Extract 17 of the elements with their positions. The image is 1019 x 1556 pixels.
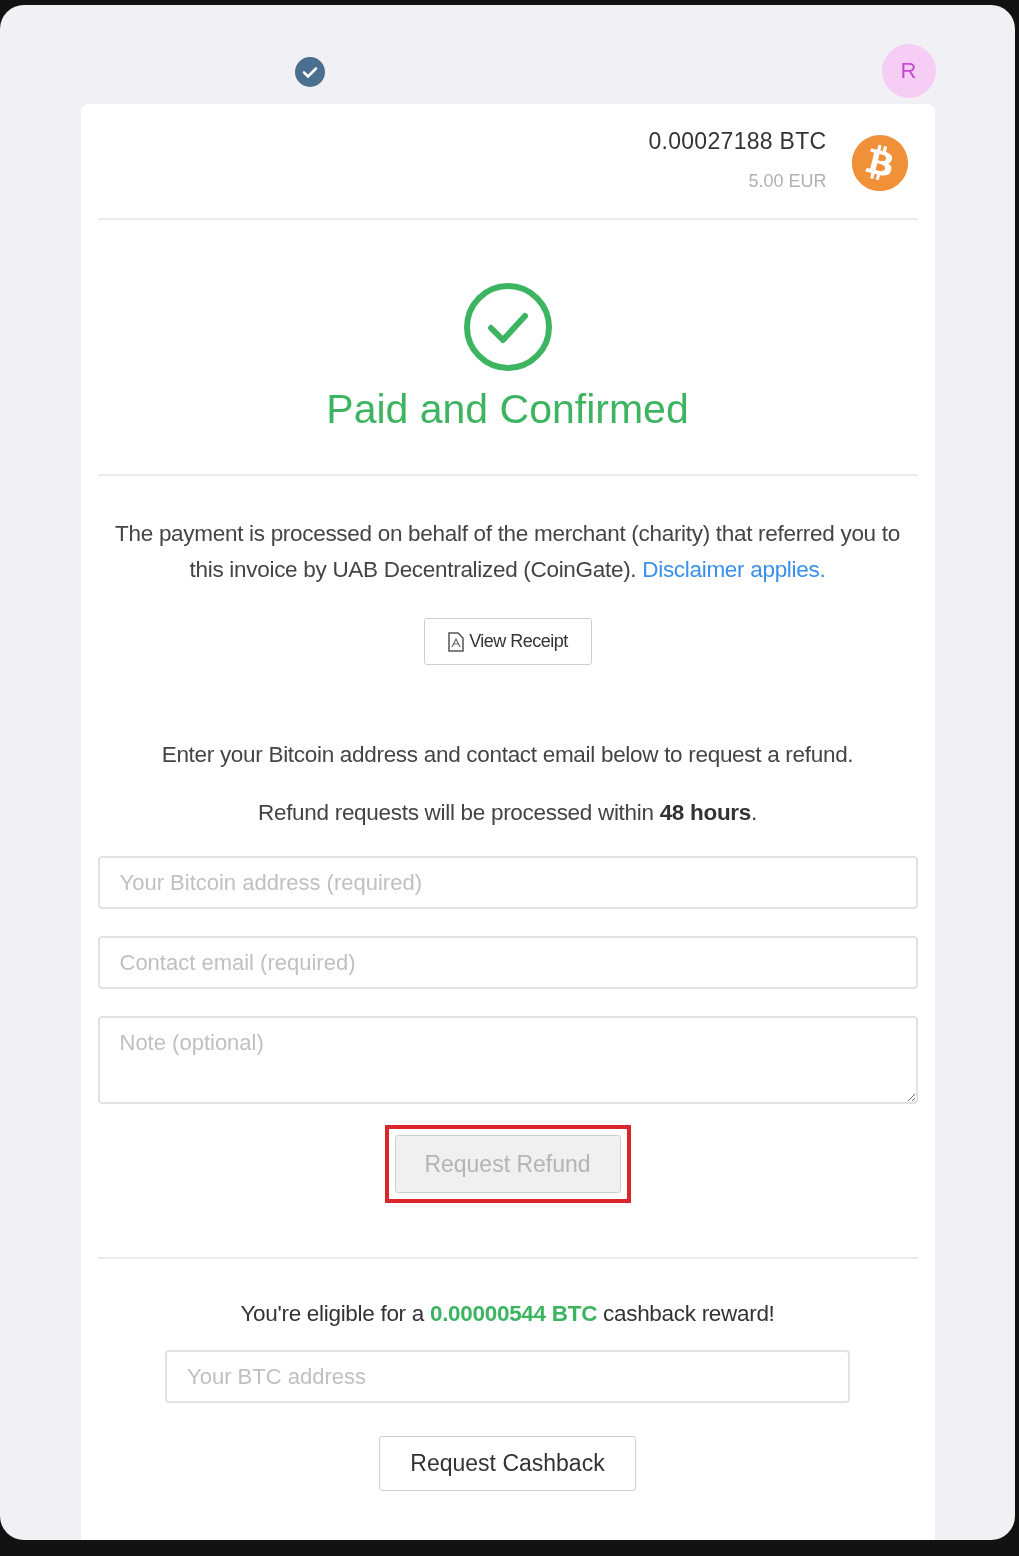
disclaimer-link[interactable]: Disclaimer applies. <box>642 557 826 582</box>
view-receipt-button[interactable]: View Receipt <box>423 618 592 665</box>
cashback-message: You're eligible for a 0.00000544 BTC cashback reward! <box>240 1301 775 1327</box>
refund-time-note: Refund requests will be processed within 48 hours. <box>258 800 757 826</box>
note-field[interactable]: Note (optional) <box>97 1016 918 1104</box>
crypto-amount: 0.00027188 BTC <box>648 128 827 155</box>
refund-instructions: Enter your Bitcoin address and contact email below to request a refund. <box>161 742 854 768</box>
user-avatar[interactable]: R <box>881 44 936 98</box>
input-field[interactable]: Your Bitcoin address (required) <box>97 856 918 909</box>
merchant-disclaimer: The payment is processed on behalf of the merchant (charity) that referred you to this invoice by UAB Decentralized (CoinGate). Disclaimer applies. <box>114 520 901 584</box>
request-cashback-button[interactable]: Request Cashback <box>379 1436 636 1491</box>
input-field[interactable]: Contact email (required) <box>97 936 918 989</box>
btc-address-field[interactable]: Your BTC address <box>165 1350 850 1403</box>
document-icon <box>447 631 466 652</box>
bitcoin-icon <box>850 134 909 192</box>
status-title: Paid and Confirmed <box>326 386 689 433</box>
fiat-amount: 5.00 EUR <box>748 171 827 192</box>
